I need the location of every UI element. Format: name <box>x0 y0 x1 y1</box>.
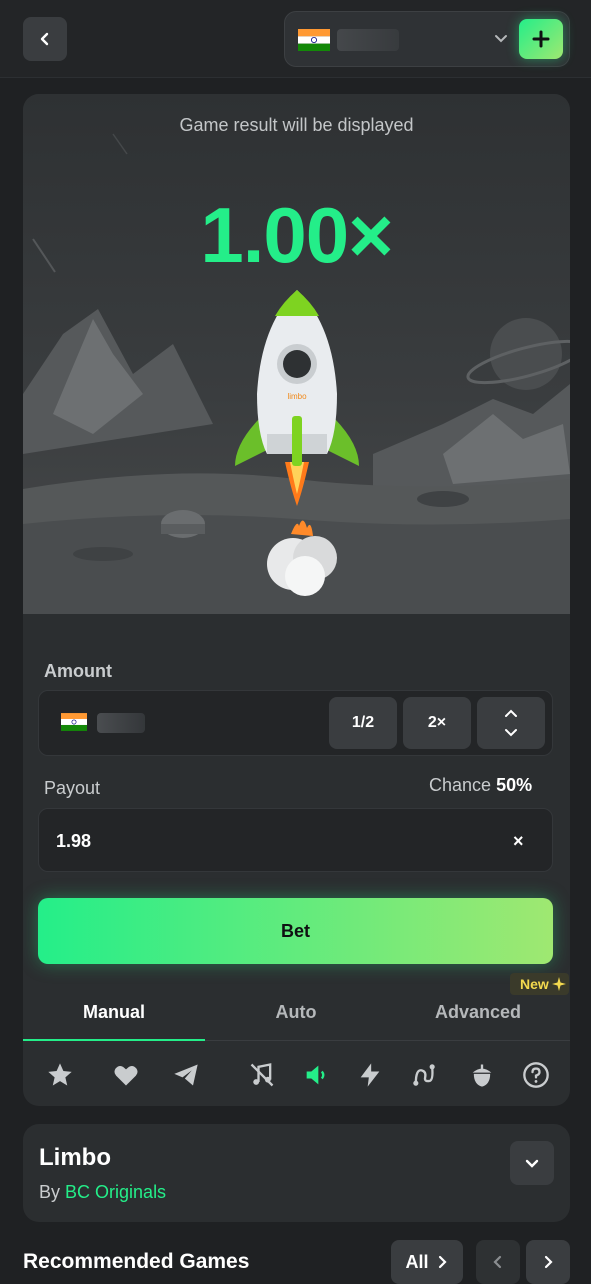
music-off-icon <box>250 1063 274 1087</box>
chance-indicator: Chance 50% <box>429 775 532 796</box>
chevron-right-icon <box>438 1255 447 1269</box>
lightning-icon <box>360 1063 380 1087</box>
amount-field[interactable]: 1/2 2× <box>38 690 553 756</box>
india-flag-icon <box>61 713 87 731</box>
like-button[interactable] <box>109 1058 143 1092</box>
acorn-icon <box>472 1064 492 1087</box>
view-all-button[interactable]: All <box>391 1240 463 1284</box>
tab-manual[interactable]: Manual <box>23 984 205 1041</box>
carousel-prev-button[interactable] <box>476 1240 520 1284</box>
help-icon <box>523 1062 549 1088</box>
multiplier-display: 1.00× <box>200 191 393 279</box>
half-amount-button[interactable]: 1/2 <box>329 697 397 749</box>
help-button[interactable] <box>519 1058 553 1092</box>
chevron-down-icon <box>525 1159 539 1168</box>
bet-button[interactable]: Bet <box>38 898 553 964</box>
chevron-down-icon[interactable] <box>493 30 509 46</box>
carousel-next-button[interactable] <box>526 1240 570 1284</box>
wallet-selector[interactable] <box>284 11 570 67</box>
back-button[interactable] <box>23 17 67 61</box>
result-status-text: Game result will be displayed <box>179 115 414 135</box>
music-toggle-button[interactable] <box>245 1058 279 1092</box>
share-button[interactable] <box>169 1058 203 1092</box>
provider-link[interactable]: BC Originals <box>65 1182 166 1202</box>
hotkeys-button[interactable] <box>353 1058 387 1092</box>
new-badge-label: New <box>520 976 549 992</box>
telegram-icon <box>174 1064 198 1086</box>
game-card: limbo Game result will be displayed 1.00… <box>23 94 570 1106</box>
view-all-label: All <box>405 1251 429 1272</box>
chevron-right-icon <box>544 1255 553 1269</box>
new-badge: New <box>510 973 569 995</box>
double-amount-button[interactable]: 2× <box>403 697 471 749</box>
expand-info-button[interactable] <box>510 1141 554 1185</box>
provably-fair-button[interactable] <box>465 1058 499 1092</box>
game-toolbar <box>23 1054 570 1098</box>
route-icon <box>413 1064 435 1086</box>
chevron-left-icon <box>40 32 49 46</box>
plus-icon <box>532 30 550 48</box>
payout-suffix: × <box>513 831 524 851</box>
game-title: Limbo <box>39 1144 111 1171</box>
star-icon <box>48 1063 72 1086</box>
game-info-card: Limbo By BC Originals <box>23 1124 570 1222</box>
sparkle-icon <box>551 977 566 991</box>
payout-label: Payout <box>44 778 101 798</box>
sound-toggle-button[interactable] <box>299 1058 333 1092</box>
payout-field[interactable]: 1.98 × <box>38 808 553 872</box>
chevron-up-down-icon <box>505 709 517 737</box>
provider-prefix: By <box>39 1182 61 1202</box>
favorite-button[interactable] <box>43 1058 77 1092</box>
amount-hidden-value <box>97 713 145 733</box>
payout-value: 1.98 <box>56 831 92 851</box>
deposit-button[interactable] <box>519 19 563 59</box>
india-flag-icon <box>298 29 330 51</box>
balance-hidden <box>337 29 399 51</box>
top-bar <box>0 0 591 78</box>
active-tab-underline <box>23 1039 205 1041</box>
recommended-games-title: Recommended Games <box>23 1250 250 1273</box>
amount-stepper-button[interactable] <box>477 697 545 749</box>
game-scene: limbo Game result will be displayed 1.00… <box>23 94 570 642</box>
bet-mode-tabs: Manual Auto Advanced <box>23 984 570 1041</box>
game-provider: By BC Originals <box>39 1182 166 1203</box>
chance-label: Chance <box>429 775 492 795</box>
chevron-left-icon <box>493 1255 502 1269</box>
chance-value: 50% <box>496 775 533 795</box>
heart-icon <box>114 1065 138 1086</box>
moon-landscape: limbo <box>23 133 570 642</box>
speaker-icon <box>306 1065 325 1085</box>
tab-auto[interactable]: Auto <box>205 984 387 1041</box>
live-stats-button[interactable] <box>407 1058 441 1092</box>
amount-label: Amount <box>44 661 112 681</box>
rocket-label: limbo <box>287 392 307 401</box>
